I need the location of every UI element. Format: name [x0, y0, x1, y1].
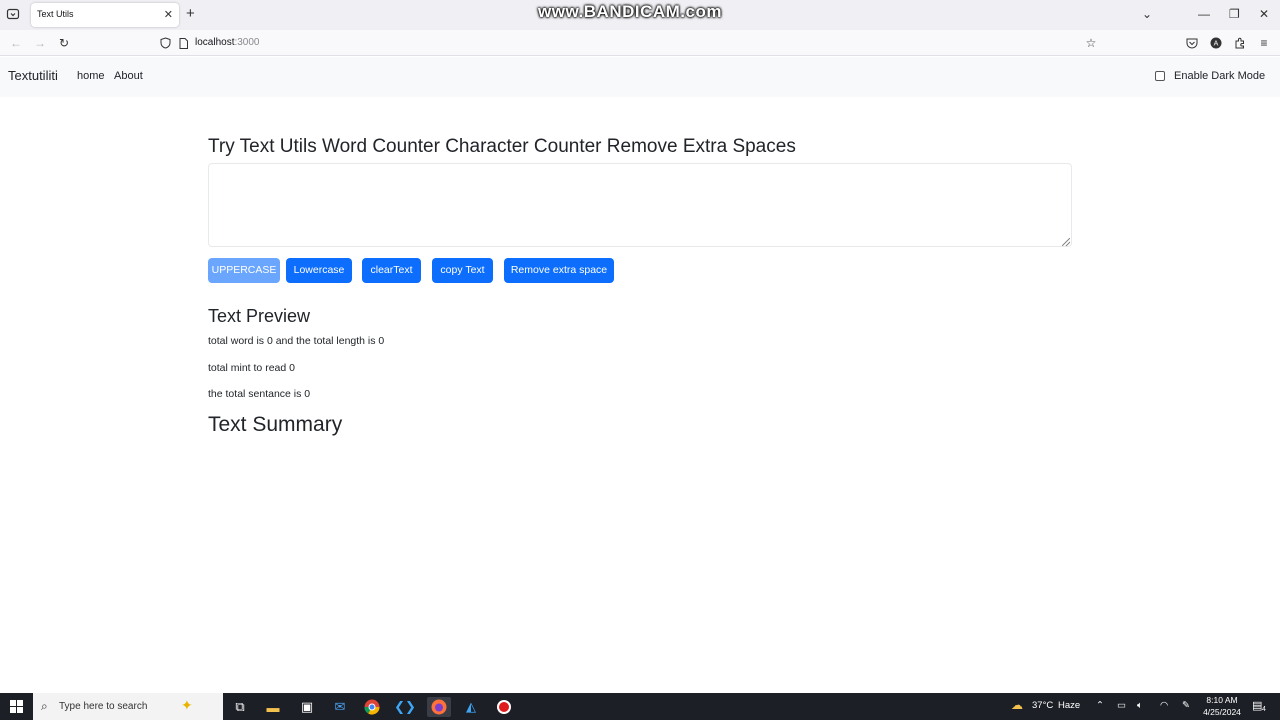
vscode-icon[interactable]: ❮❯ — [394, 697, 416, 717]
account-icon[interactable]: A — [1208, 35, 1224, 51]
svg-text:A: A — [1214, 41, 1219, 48]
lowercase-button[interactable]: Lowercase — [286, 258, 352, 283]
copy-text-button[interactable]: copy Text — [432, 258, 493, 283]
remove-extra-space-button[interactable]: Remove extra space — [504, 258, 614, 283]
chrome-icon[interactable] — [362, 697, 382, 717]
reload-icon[interactable]: ↻ — [56, 35, 72, 51]
url-host: localhost — [195, 37, 235, 48]
pen-icon[interactable]: ✎ — [1182, 700, 1190, 711]
store-icon[interactable]: ▣ — [297, 697, 317, 717]
notification-count: 4 — [1262, 706, 1266, 713]
recording-watermark: www.BANDICAM.com — [538, 2, 722, 21]
tray-chevron-icon[interactable]: ⌃ — [1096, 700, 1104, 711]
dark-mode-label[interactable]: Enable Dark Mode — [1174, 70, 1265, 82]
url-port: :3000 — [234, 37, 260, 48]
bookmark-star-icon[interactable]: ☆ — [1083, 35, 1099, 51]
menu-icon[interactable]: ≡ — [1256, 35, 1272, 51]
file-explorer-icon[interactable]: ▬ — [263, 697, 283, 717]
clock-date: 4/25/2024 — [1203, 707, 1241, 717]
close-window-icon[interactable]: ✕ — [1259, 6, 1269, 22]
restore-icon[interactable]: ❐ — [1229, 6, 1240, 22]
uppercase-button[interactable]: UPPERCASE — [208, 258, 280, 283]
browser-toolbar: ← → ↻ localhost:3000 ☆ A ≡ — [0, 30, 1280, 56]
resize-grip-icon[interactable] — [1062, 238, 1070, 246]
weather-desc[interactable]: Haze — [1058, 700, 1080, 711]
clear-text-button[interactable]: clearText — [362, 258, 421, 283]
taskbar-search[interactable]: ⌕ Type here to search ✦ — [33, 693, 223, 720]
text-input[interactable] — [208, 163, 1072, 247]
list-all-tabs-icon[interactable]: ⌄ — [1142, 6, 1152, 22]
notification-icon[interactable]: ▤ — [1252, 699, 1262, 712]
brand-logo[interactable]: Textutiliti — [8, 68, 58, 83]
browser-tab[interactable]: Text Utils ✕ — [31, 3, 179, 27]
nav-link-home[interactable]: home — [77, 70, 105, 82]
weather-icon[interactable]: ☁ — [1011, 698, 1023, 712]
forward-icon[interactable]: → — [32, 35, 48, 51]
windows-start-icon[interactable] — [10, 700, 23, 713]
search-placeholder: Type here to search — [59, 701, 148, 712]
read-time-text: total mint to read 0 — [208, 362, 295, 374]
tab-list-icon[interactable] — [6, 7, 20, 21]
sparkle-icon: ✦ — [181, 697, 193, 713]
nav-link-about[interactable]: About — [114, 70, 143, 82]
app-navbar: Textutiliti home About Enable Dark Mode — [0, 57, 1280, 97]
dark-mode-checkbox[interactable] — [1155, 71, 1165, 81]
search-icon: ⌕ — [41, 699, 48, 713]
bandicam-icon[interactable] — [494, 697, 514, 717]
page-title: Try Text Utils Word Counter Character Co… — [208, 136, 796, 157]
azure-icon[interactable]: ◭ — [461, 697, 481, 717]
taskbar-clock[interactable]: 8:10 AM 4/25/2024 — [1202, 694, 1242, 718]
new-tab-button[interactable]: + — [186, 5, 195, 23]
pocket-icon[interactable] — [1184, 35, 1200, 51]
page-icon — [175, 35, 191, 51]
browser-tab-bar: Text Utils ✕ + www.BANDICAM.com ⌄ — ❐ ✕ — [0, 0, 1280, 30]
extensions-icon[interactable] — [1232, 35, 1248, 51]
firefox-icon[interactable] — [427, 697, 451, 717]
windows-taskbar: ⌕ Type here to search ✦ ⧉ ▬ ▣ ✉ ❮❯ ◭ ☁ 3… — [0, 693, 1280, 720]
clock-time: 8:10 AM — [1206, 695, 1238, 705]
network-icon[interactable]: ▭ — [1117, 700, 1126, 711]
sentence-count-text: the total sentance is 0 — [208, 388, 311, 400]
url-bar[interactable]: localhost:3000 — [195, 37, 260, 48]
close-tab-icon[interactable]: ✕ — [164, 8, 173, 22]
tab-title: Text Utils — [37, 9, 74, 19]
text-summary-title: Text Summary — [208, 413, 343, 436]
volume-icon[interactable]: 🔈︎ — [1137, 700, 1143, 711]
weather-temp[interactable]: 37°C — [1032, 700, 1053, 711]
wifi-icon[interactable]: ◠ — [1160, 700, 1168, 711]
back-icon[interactable]: ← — [8, 35, 24, 51]
mail-icon[interactable]: ✉ — [330, 697, 350, 717]
word-count-text: total word is 0 and the total length is … — [208, 335, 385, 347]
text-preview-title: Text Preview — [208, 306, 311, 326]
shield-icon[interactable] — [157, 35, 173, 51]
task-view-icon[interactable]: ⧉ — [230, 697, 250, 717]
minimize-icon[interactable]: — — [1198, 6, 1210, 22]
